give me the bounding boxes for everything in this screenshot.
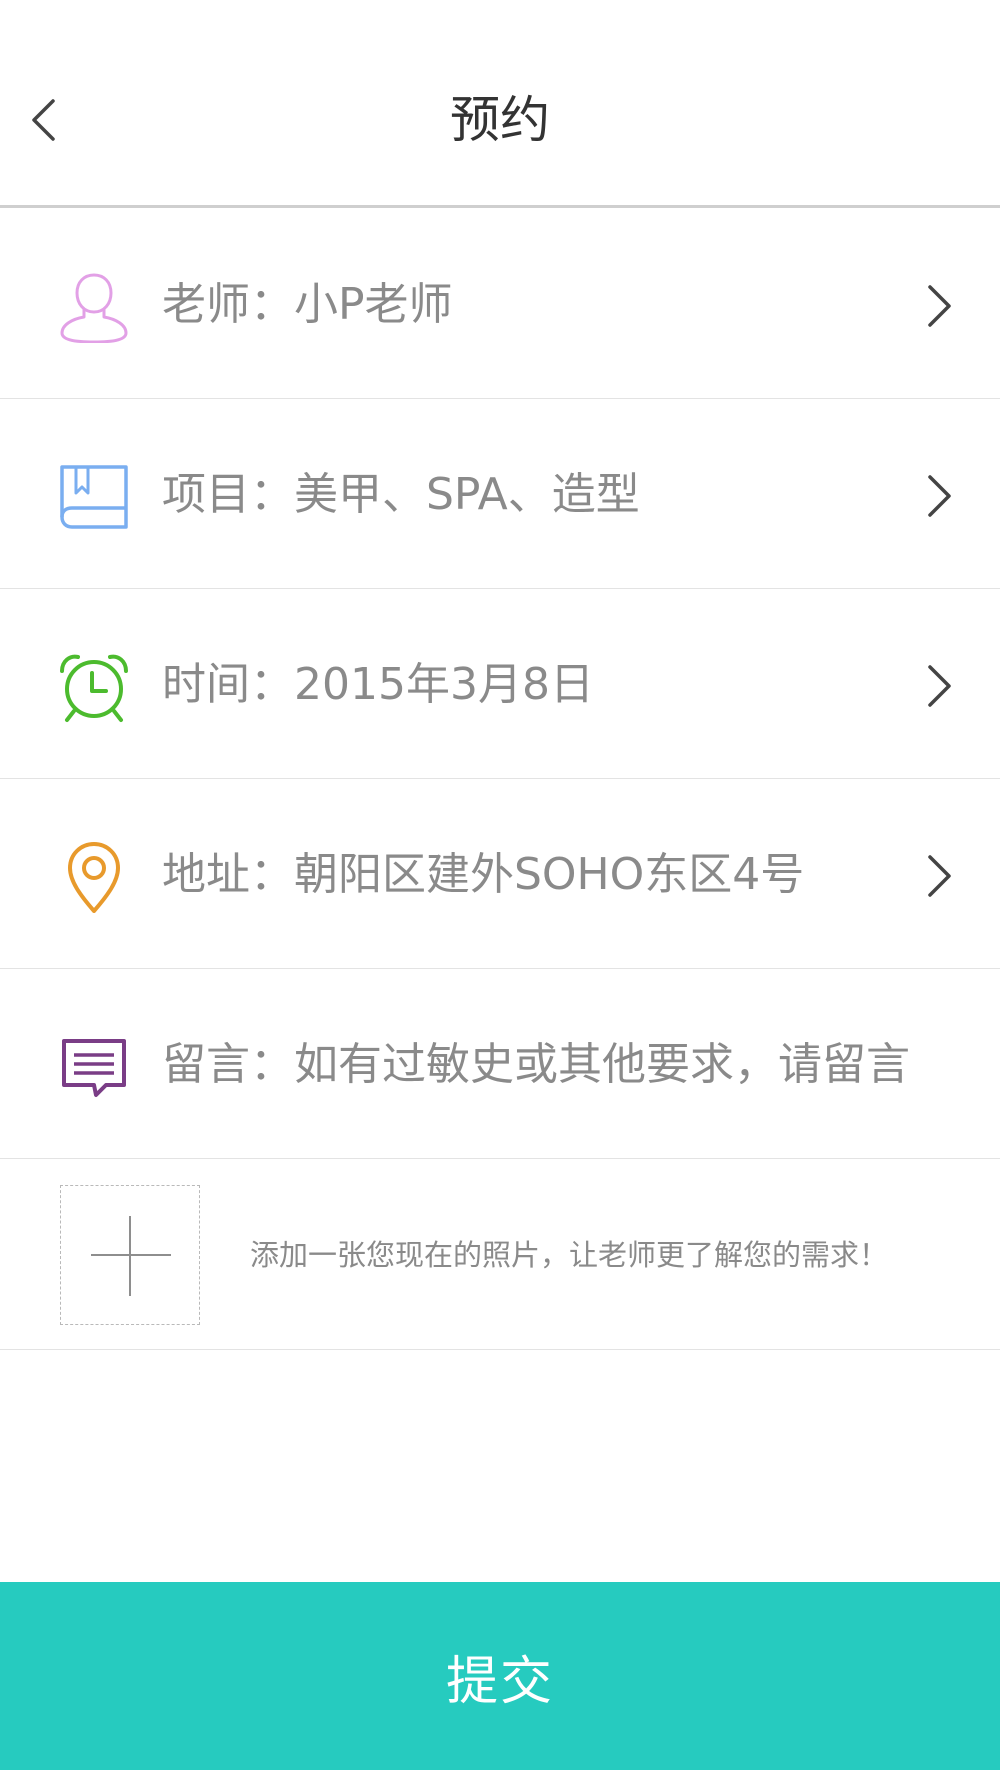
nav-bar: 预约 <box>0 0 1000 208</box>
time-label: 时间：2015年3月8日 <box>162 659 594 710</box>
teacher-row[interactable]: 老师：小P老师 <box>0 209 1000 399</box>
alarm-clock-icon <box>58 651 130 723</box>
message-icon <box>58 1031 130 1103</box>
chevron-right-icon <box>922 471 958 521</box>
message-row[interactable]: 留言：如有过敏史或其他要求，请留言 <box>0 969 1000 1159</box>
photo-row: 添加一张您现在的照片，让老师更了解您的需求！ <box>0 1160 1000 1350</box>
project-row[interactable]: 项目：美甲、SPA、造型 <box>0 399 1000 589</box>
message-label: 留言：如有过敏史或其他要求，请留言 <box>162 1039 910 1090</box>
add-photo-button[interactable] <box>60 1185 200 1325</box>
submit-button[interactable]: 提交 <box>0 1582 1000 1770</box>
address-row[interactable]: 地址：朝阳区建外SOHO东区4号 <box>0 779 1000 969</box>
location-pin-icon <box>58 841 130 913</box>
address-label: 地址：朝阳区建外SOHO东区4号 <box>162 849 805 900</box>
chevron-right-icon <box>922 851 958 901</box>
project-label: 项目：美甲、SPA、造型 <box>162 469 640 520</box>
teacher-label: 老师：小P老师 <box>162 279 453 330</box>
book-icon <box>58 461 130 533</box>
time-row[interactable]: 时间：2015年3月8日 <box>0 589 1000 779</box>
photo-hint: 添加一张您现在的照片，让老师更了解您的需求！ <box>250 1238 889 1272</box>
chevron-right-icon <box>922 661 958 711</box>
chevron-right-icon <box>922 281 958 331</box>
page-title: 预约 <box>450 91 550 149</box>
user-icon <box>58 271 130 343</box>
